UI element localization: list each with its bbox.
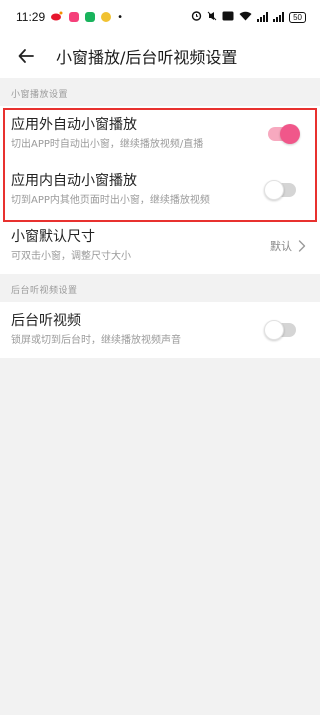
pip-size-value-label: 默认 — [270, 240, 292, 253]
toggle-background-audio[interactable] — [264, 320, 296, 340]
section-label-background: 后台听视频设置 — [11, 286, 78, 296]
signal-sim2-icon — [273, 12, 285, 22]
setting-row-auto-pip-inside-app[interactable]: 应用内自动小窗播放 切到APP内其他页面时出小窗，继续播放视频 — [0, 162, 320, 218]
nfc-icon — [222, 11, 234, 24]
back-button[interactable] — [12, 42, 40, 70]
chevron-right-icon — [298, 240, 306, 252]
setting-row-pip-default-size[interactable]: 小窗默认尺寸 可双击小窗，调整尺寸大小 默认 — [0, 218, 320, 274]
section-label-pip: 小窗播放设置 — [11, 90, 69, 100]
toggle-knob — [264, 320, 284, 340]
header-bar: 小窗播放/后台听视频设置 — [0, 34, 320, 78]
weibo-notification-icon — [51, 10, 63, 24]
toggle-knob — [264, 180, 284, 200]
arrow-left-icon — [18, 49, 34, 63]
toggle-auto-pip-outside-app[interactable] — [268, 124, 300, 144]
status-time: 11:29 — [16, 10, 46, 24]
status-bar: 11:29 • 50 — [0, 0, 320, 34]
pip-settings-card: 应用外自动小窗播放 切出APP时自动出小窗，继续播放视频/直播 应用内自动小窗播… — [0, 106, 320, 274]
toggle-knob — [280, 124, 300, 144]
pip-size-value[interactable]: 默认 — [270, 238, 306, 254]
emoji-notification-icon — [101, 12, 112, 22]
alarm-icon — [191, 10, 202, 24]
battery-indicator: 50 — [289, 11, 306, 23]
background-settings-card: 后台听视频 锁屏或切到后台时，继续播放视频声音 — [0, 302, 320, 358]
page-title: 小窗播放/后台听视频设置 — [56, 48, 238, 67]
signal-sim1-icon — [257, 12, 269, 22]
status-bar-right: 50 — [191, 10, 306, 24]
toggle-auto-pip-inside-app[interactable] — [264, 180, 296, 200]
setting-row-background-audio[interactable]: 后台听视频 锁屏或切到后台时，继续播放视频声音 — [0, 302, 320, 358]
more-notifications-dot-icon: • — [117, 11, 124, 23]
app-notification-icon — [69, 12, 80, 22]
setting-row-auto-pip-outside-app[interactable]: 应用外自动小窗播放 切出APP时自动出小窗，继续播放视频/直播 — [0, 106, 320, 162]
mute-icon — [207, 11, 217, 24]
status-bar-left: 11:29 • — [16, 10, 123, 24]
wifi-icon — [239, 11, 252, 24]
chat-notification-icon — [85, 12, 96, 22]
